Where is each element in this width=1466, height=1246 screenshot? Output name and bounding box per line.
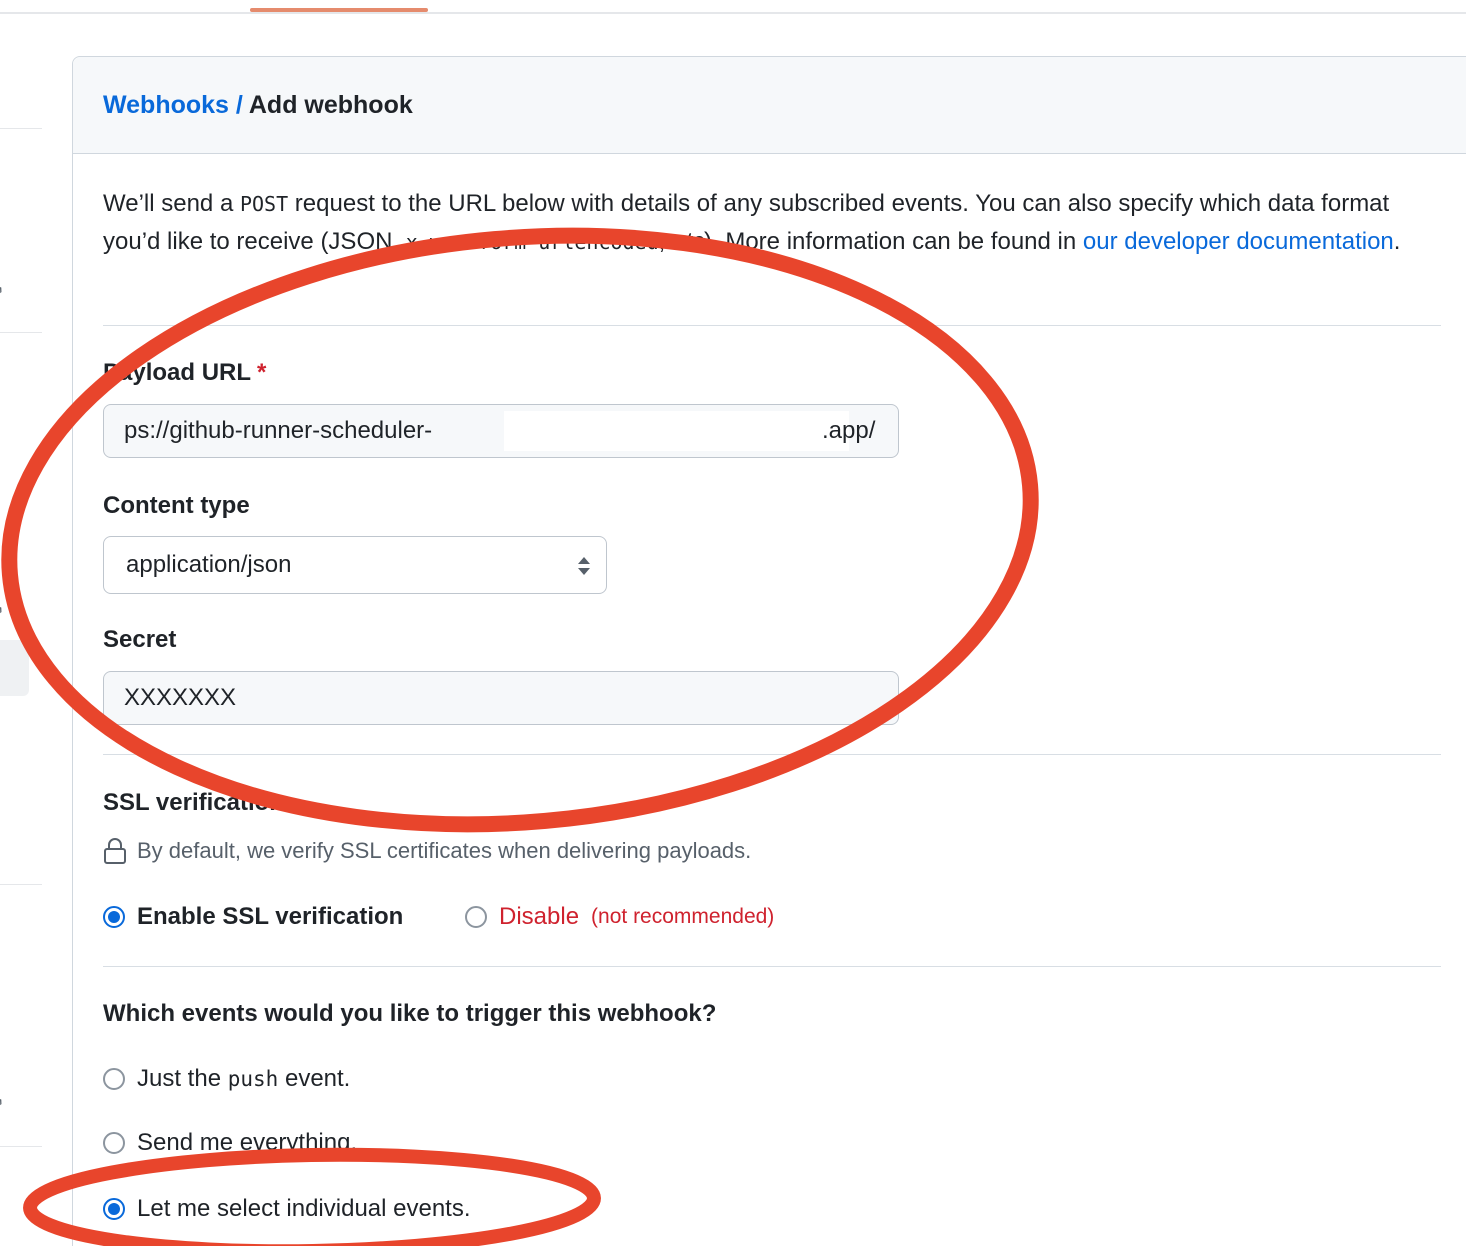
sidebar-chevron-icon[interactable]: › xyxy=(0,599,9,618)
payload-url-suffix: .app/ xyxy=(822,417,876,444)
post-code: POST xyxy=(239,192,289,216)
individual-events-radio[interactable] xyxy=(103,1198,125,1220)
everything-option[interactable]: Send me everything. xyxy=(103,1129,357,1157)
push-event-label-part: event. xyxy=(278,1065,351,1092)
secret-value: XXXXXXX xyxy=(124,684,237,711)
payload-url-label-text: Payload URL xyxy=(103,359,252,386)
required-mark: * xyxy=(257,359,267,386)
breadcrumb-separator: / xyxy=(228,91,249,119)
sidebar-chevron-icon[interactable]: › xyxy=(0,1091,9,1110)
webhook-settings-page: › › › Webhooks / Add webhook We’ll send … xyxy=(0,0,1466,1246)
page-title: Add webhook xyxy=(248,91,413,119)
content-type-value: application/json xyxy=(126,551,292,578)
sidebar-item-active[interactable] xyxy=(0,640,29,696)
payload-url-value: ps://github-runner-scheduler- xyxy=(124,417,433,444)
intro-part: , xyxy=(658,228,672,255)
disable-ssl-radio[interactable] xyxy=(465,906,487,928)
push-event-label-part: Just the xyxy=(137,1065,228,1092)
breadcrumb: Webhooks / Add webhook xyxy=(103,91,413,120)
developer-docs-link[interactable]: our developer documentation xyxy=(1083,228,1394,255)
everything-label: Send me everything. xyxy=(137,1129,358,1156)
redacted-area xyxy=(504,411,849,451)
individual-events-label: Let me select individual events. xyxy=(137,1195,471,1222)
divider xyxy=(103,966,1441,967)
events-question: Which events would you like to trigger t… xyxy=(103,1000,717,1027)
payload-url-input[interactable]: ps://github-runner-scheduler- .app/ xyxy=(103,404,899,458)
intro-text: We’ll send a POST request to the URL bel… xyxy=(103,185,1423,261)
enable-ssl-option[interactable]: Enable SSL verification xyxy=(103,903,403,931)
everything-radio[interactable] xyxy=(103,1132,125,1154)
intro-part: We’ll send a xyxy=(103,190,240,217)
push-event-label: Just the push event. xyxy=(137,1065,350,1093)
ssl-verification-label: SSL verification xyxy=(103,789,284,816)
secret-label: Secret xyxy=(103,626,177,653)
payload-url-label: Payload URL * xyxy=(103,359,266,387)
individual-events-option[interactable]: Let me select individual events. xyxy=(103,1195,471,1223)
disable-ssl-note: (not recommended) xyxy=(591,905,775,928)
push-code: push xyxy=(227,1067,279,1091)
select-caret-icon xyxy=(578,557,590,575)
top-navigation xyxy=(0,0,1466,14)
sidebar-divider xyxy=(0,128,42,129)
webhook-form-box: Webhooks / Add webhook We’ll send a POST… xyxy=(72,56,1466,1246)
divider xyxy=(103,325,1441,326)
secret-input[interactable]: XXXXXXX xyxy=(103,671,899,725)
ssl-help-text: By default, we verify SSL certificates w… xyxy=(137,838,752,863)
push-event-radio[interactable] xyxy=(103,1068,125,1090)
lock-icon xyxy=(104,838,126,864)
sidebar-divider xyxy=(0,1146,42,1147)
push-event-option[interactable]: Just the push event. xyxy=(103,1065,350,1093)
sidebar-divider xyxy=(0,332,42,333)
intro-etc: etc xyxy=(672,228,705,255)
active-tab-indicator xyxy=(250,8,428,12)
divider xyxy=(103,754,1441,755)
sidebar-chevron-icon[interactable]: › xyxy=(0,279,9,298)
intro-part: . xyxy=(1393,228,1401,255)
enable-ssl-radio[interactable] xyxy=(103,906,125,928)
breadcrumb-webhooks-link[interactable]: Webhooks xyxy=(103,91,229,119)
intro-part: ). More information can be found in xyxy=(704,228,1083,255)
content-type-label: Content type xyxy=(103,492,250,519)
disable-ssl-option[interactable]: Disable (not recommended) xyxy=(465,903,774,931)
enable-ssl-label: Enable SSL verification xyxy=(137,903,404,930)
disable-ssl-label: Disable xyxy=(499,903,580,930)
ssl-help: By default, we verify SSL certificates w… xyxy=(103,837,751,865)
box-header: Webhooks / Add webhook xyxy=(73,57,1466,154)
content-type-select[interactable]: application/json xyxy=(103,536,607,594)
form-urlencoded-code: x-www-form-urlencoded xyxy=(405,230,659,254)
sidebar-divider xyxy=(0,884,42,885)
